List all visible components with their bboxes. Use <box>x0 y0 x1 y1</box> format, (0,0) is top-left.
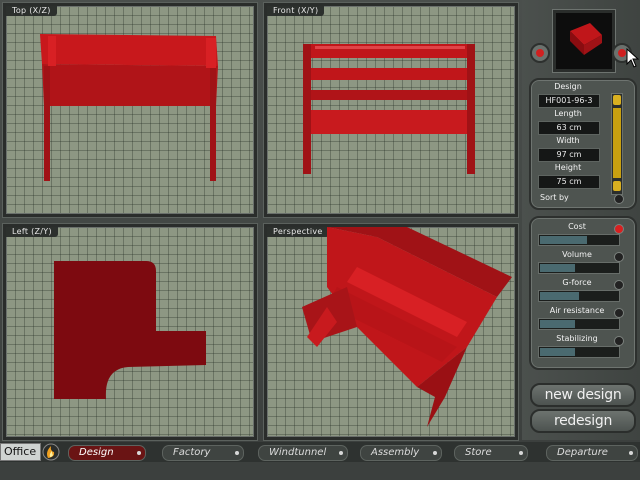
tab-design-label: Design <box>79 447 114 458</box>
scroll-up-icon[interactable] <box>613 95 621 105</box>
metric-label: G-force <box>562 278 592 287</box>
viewport-perspective[interactable]: Perspective <box>264 224 518 440</box>
tab-departure-label: Departure <box>557 447 608 458</box>
redesign-button[interactable]: redesign <box>530 409 636 433</box>
office-button[interactable]: Office <box>0 443 41 461</box>
bench-thumbnail-icon <box>570 23 602 55</box>
tab-departure[interactable]: Departure <box>546 445 638 461</box>
scroll-thumb[interactable] <box>613 108 621 178</box>
length-label: Length <box>554 109 582 118</box>
metric-meter <box>538 262 620 274</box>
tab-assembly-label: Assembly <box>371 447 420 458</box>
metric-toggle[interactable] <box>614 336 624 346</box>
sort-by-label: Sort by <box>540 193 569 202</box>
flame-icon[interactable] <box>40 443 62 461</box>
tab-assembly[interactable]: Assembly <box>360 445 442 461</box>
metric-meter-fill <box>540 320 575 328</box>
arrow-left-icon[interactable] <box>530 43 550 63</box>
metric-meter <box>538 234 620 246</box>
metric-meter <box>538 318 620 330</box>
bench-front-view <box>303 44 475 174</box>
length-value: 63 cm <box>538 121 600 135</box>
sort-by-toggle[interactable] <box>614 194 624 204</box>
tab-factory-label: Factory <box>173 447 211 458</box>
new-design-button[interactable]: new design <box>530 383 636 407</box>
metric-meter-fill <box>540 348 575 356</box>
viewport-front[interactable]: Front (X/Y) <box>264 3 518 217</box>
width-label: Width <box>556 136 580 145</box>
design-label: Design <box>554 82 582 91</box>
metric-meter-fill <box>540 236 587 244</box>
metric-label: Cost <box>568 222 586 231</box>
bench-top-view <box>40 34 218 181</box>
mouse-cursor-icon <box>626 48 640 68</box>
bench-left-view <box>54 261 206 399</box>
metric-toggle[interactable] <box>614 252 624 262</box>
bench-perspective-view <box>302 227 512 427</box>
tab-windtunnel-label: Windtunnel <box>269 447 327 458</box>
tab-store[interactable]: Store <box>454 445 528 461</box>
tab-factory[interactable]: Factory <box>162 445 244 461</box>
design-preview <box>553 10 615 72</box>
metric-meter-fill <box>540 292 579 300</box>
metric-label: Air resistance <box>549 306 605 315</box>
viewport-left[interactable]: Left (Z/Y) <box>3 224 257 440</box>
metric-meter <box>538 290 620 302</box>
design-scrollbar[interactable] <box>611 93 623 195</box>
design-value[interactable]: HF001-96-3 <box>538 94 600 108</box>
height-label: Height <box>554 163 582 172</box>
metric-meter <box>538 346 620 358</box>
metric-toggle[interactable] <box>614 280 624 290</box>
metric-label: Stabilizing <box>556 334 598 343</box>
metric-toggle[interactable] <box>614 224 624 234</box>
viewport-top[interactable]: Top (X/Z) <box>3 3 257 217</box>
width-value: 97 cm <box>538 148 600 162</box>
metric-meter-fill <box>540 264 575 272</box>
tab-windtunnel[interactable]: Windtunnel <box>258 445 348 461</box>
metric-label: Volume <box>562 250 592 259</box>
height-value: 75 cm <box>538 175 600 189</box>
tab-store-label: Store <box>465 447 492 458</box>
app-window: Top (X/Z) Front (X/Y) Left (Z/Y) Perspec… <box>0 0 640 480</box>
status-strip <box>0 462 640 480</box>
scroll-down-icon[interactable] <box>613 181 621 191</box>
metric-toggle[interactable] <box>614 308 624 318</box>
tab-design[interactable]: Design <box>68 445 146 461</box>
